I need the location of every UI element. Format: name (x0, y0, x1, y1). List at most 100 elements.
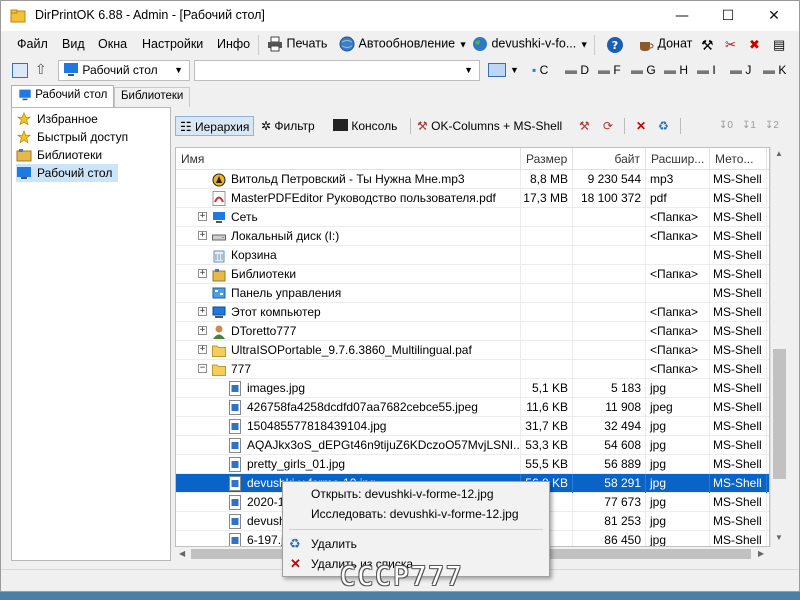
table-row[interactable]: +DToretto777<Папка>MS-ShellC (176, 322, 769, 341)
cell-size (521, 360, 573, 379)
table-row[interactable]: images.jpg5,1 KB5 183jpgMS-ShellC (176, 379, 769, 398)
expand-icon[interactable]: + (198, 269, 207, 278)
tools-icon[interactable]: ⚒ (701, 37, 714, 54)
table-row[interactable]: + UltraISOPortable_9.7.6.3860_Multilingua… (176, 341, 769, 360)
vertical-scrollbar[interactable]: ▲ ▼ (770, 147, 787, 547)
ctx-open[interactable]: Открыть: devushki-v-forme-12.jpg (285, 484, 547, 504)
location-dropdown[interactable]: Рабочий стол ▼ (58, 60, 190, 81)
drive-c-button[interactable]: ▪ C (532, 63, 548, 77)
tree-item-desktop[interactable]: Рабочий стол (16, 164, 119, 182)
console-button[interactable]: Консоль (333, 116, 397, 136)
collapse-icon[interactable]: − (198, 364, 207, 373)
expand-icon[interactable]: + (198, 326, 207, 335)
window-list-icon[interactable]: ▤ (773, 37, 785, 53)
monitor-icon[interactable] (488, 63, 506, 77)
desktop-icon (19, 89, 31, 101)
table-row[interactable]: +Библиотеки<Папка>MS-ShellC (176, 265, 769, 284)
tree-item-quick-access[interactable]: Быстрый доступ (16, 128, 128, 146)
table-row[interactable]: +Этот компьютер<Папка>MS-ShellC (176, 303, 769, 322)
column-bytes-header[interactable]: байт (573, 148, 646, 170)
delete-icon[interactable]: ✕ (636, 116, 646, 136)
tab-bar: Рабочий стол Библиотеки (1, 85, 799, 107)
donate-button[interactable]: Донат (638, 36, 692, 52)
cell-method: MS-Shell (710, 512, 767, 531)
site-button[interactable]: devushki-v-fo... ▼ (472, 36, 589, 52)
sort-1-icon[interactable]: ↧1 (742, 116, 756, 136)
tab-desktop[interactable]: Рабочий стол (11, 85, 115, 107)
table-row[interactable]: +Сеть<Папка>MS-ShellC (176, 208, 769, 227)
scroll-down-icon[interactable]: ▼ (775, 533, 783, 542)
table-row[interactable]: AQAJkx3oS_dEPGt46n9tijuZ6KDczoO57MvjLSNI… (176, 436, 769, 455)
expand-icon[interactable]: + (198, 307, 207, 316)
columns-button[interactable]: ⚒ OK-Columns + MS-Shell (417, 116, 562, 136)
cell-extension (646, 284, 710, 303)
menu-info[interactable]: Инфо (217, 37, 250, 51)
drive-g-button[interactable]: ▬ G (631, 63, 656, 77)
desktop-icon (64, 63, 78, 76)
scroll-thumb[interactable] (773, 349, 786, 479)
close-button[interactable]: ✕ (751, 1, 797, 31)
trash-icon[interactable]: ♻ (658, 116, 669, 136)
cell-bytes (573, 227, 646, 246)
cut-icon[interactable]: ✂ (725, 37, 736, 53)
sort-2-icon[interactable]: ↧2 (765, 116, 779, 136)
cell-bytes: 81 253 (573, 512, 646, 531)
ctx-explore[interactable]: Исследовать: devushki-v-forme-12.jpg (285, 504, 547, 524)
file-name: images.jpg (247, 381, 306, 395)
tab-libraries[interactable]: Библиотеки (114, 87, 191, 107)
filter-button[interactable]: ✲ Фильтр (261, 116, 315, 136)
table-row[interactable]: MasterPDFEditor Руководство пользователя… (176, 189, 769, 208)
cell-name: images.jpg (176, 379, 521, 398)
expand-icon[interactable]: + (198, 345, 207, 354)
delete-list-icon[interactable]: ✖ (749, 37, 760, 53)
help-icon[interactable]: ? (606, 36, 624, 54)
scroll-left-icon[interactable]: ◀ (179, 549, 185, 558)
up-arrow-icon[interactable]: ⇧ (35, 61, 47, 78)
table-row[interactable]: −777<Папка>MS-ShellC (176, 360, 769, 379)
column-name-header[interactable]: Имя (176, 148, 521, 170)
drive-d-button[interactable]: ▬ D (565, 63, 589, 77)
scroll-up-icon[interactable]: ▲ (775, 149, 783, 158)
drive-i-button[interactable]: ▬ I (697, 63, 716, 77)
table-row[interactable]: 426758fa4258dcdfd07aa7682cebce55.jpeg 11,… (176, 398, 769, 417)
column-ext-header[interactable]: Расшир... (646, 148, 710, 170)
table-row[interactable]: pretty_girls_01.jpg 55,5 KB 56 889 jpg MS-Sh… (176, 455, 769, 474)
cell-extension: <Папка> (646, 360, 710, 379)
menu-settings[interactable]: Настройки (142, 37, 203, 51)
tree-item-favorites[interactable]: Избранное (16, 110, 98, 128)
panel-icon[interactable] (12, 63, 28, 78)
maximize-button[interactable]: ☐ (705, 1, 751, 31)
menu-file[interactable]: Файл (17, 37, 48, 51)
table-row[interactable]: Панель управленияMS-ShellC (176, 284, 769, 303)
drive-f-button[interactable]: ▬ F (598, 63, 621, 77)
scroll-right-icon[interactable]: ▶ (758, 549, 764, 558)
table-row[interactable]: +Локальный диск (I:)<Папка>MS-ShellI (176, 227, 769, 246)
cell-size: 8,8 MB (521, 170, 573, 189)
hierarchy-button[interactable]: ☷ Иерархия (175, 116, 255, 136)
drive-j-button[interactable]: ▬ J (730, 63, 751, 77)
ctx-delete[interactable]: Удалить (285, 534, 547, 554)
chevron-down-icon[interactable]: ▼ (510, 65, 519, 75)
drive-k-button[interactable]: ▬ K (763, 63, 786, 77)
column-method-header[interactable]: Мето... (710, 148, 767, 170)
expand-icon[interactable]: + (198, 212, 207, 221)
minimize-button[interactable]: — (659, 1, 705, 31)
autoupdate-button[interactable]: Автообновление ▼ (339, 36, 468, 52)
cell-bytes: 5 183 (573, 379, 646, 398)
file-name: AQAJkx3oS_dEPGt46n9tijuZ6KDczoO57MvjLSNI… (247, 438, 521, 452)
path-input[interactable]: ▼ (194, 60, 480, 81)
table-row[interactable]: КорзинаMS-ShellC (176, 246, 769, 265)
settings-tool-icon[interactable]: ⚒ (579, 116, 590, 136)
drive-h-button[interactable]: ▬ H (664, 63, 688, 77)
menu-windows[interactable]: Окна (98, 37, 127, 51)
column-size-header[interactable]: Размер (521, 148, 573, 170)
cell-method: MS-Shell (710, 531, 767, 546)
print-button[interactable]: Печать (267, 36, 327, 52)
menu-view[interactable]: Вид (62, 37, 85, 51)
expand-icon[interactable]: + (198, 231, 207, 240)
tree-item-libraries[interactable]: Библиотеки (16, 146, 102, 164)
table-row[interactable]: Витольд Петровский - Ты Нужна Мне.mp3 8,8… (176, 170, 769, 189)
table-row[interactable]: 150485577818439104.jpg 31,7 KB 32 494 jpg MS… (176, 417, 769, 436)
refresh-icon[interactable]: ⟳ (603, 116, 613, 136)
sort-0-icon[interactable]: ↧0 (719, 116, 733, 136)
